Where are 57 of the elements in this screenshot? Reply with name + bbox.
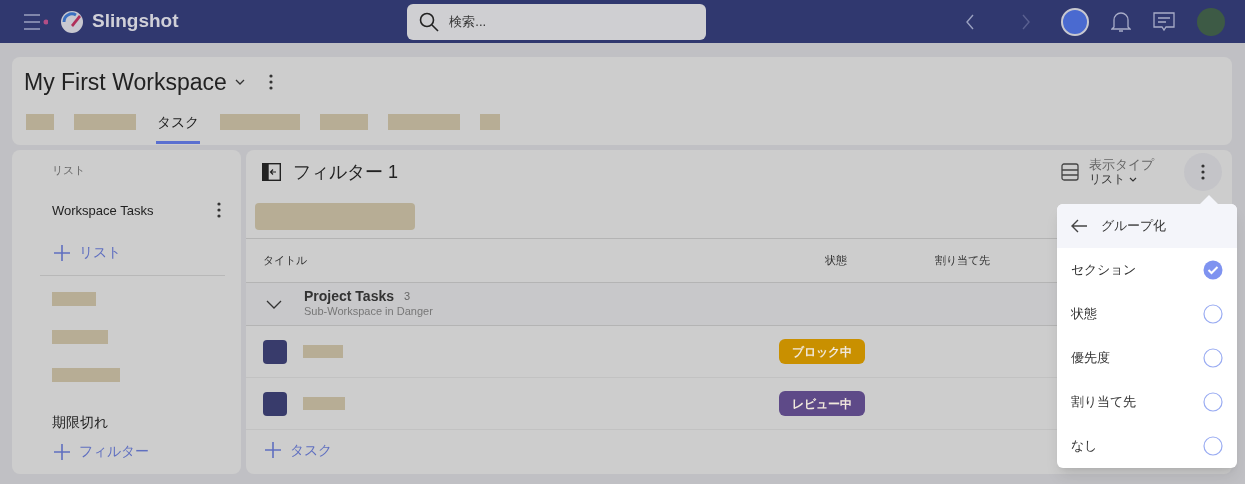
- redacted-tab[interactable]: [26, 113, 54, 130]
- status-badge: レビュー中: [779, 391, 865, 416]
- more-icon[interactable]: [217, 202, 221, 219]
- menu-option[interactable]: 割り当て先: [1057, 380, 1237, 424]
- chevron-icon[interactable]: [266, 299, 282, 309]
- search-field[interactable]: 検索...: [407, 3, 707, 40]
- task-icon: [263, 391, 287, 416]
- collapse-panel-icon[interactable]: [262, 163, 281, 181]
- redacted-task: [303, 397, 345, 410]
- bell-icon[interactable]: [1111, 10, 1131, 33]
- section-title: Project Tasks: [304, 289, 394, 304]
- back-icon[interactable]: [965, 13, 975, 30]
- chat-icon[interactable]: [1153, 11, 1175, 32]
- tab[interactable]: タスク: [156, 111, 200, 144]
- redacted-tab[interactable]: [74, 113, 136, 130]
- panel-title: フィルター 1: [293, 160, 398, 184]
- plus-icon: [264, 441, 282, 459]
- section-subtitle: Sub-Workspace in Danger: [304, 304, 433, 319]
- redacted-task: [303, 345, 343, 358]
- redacted-tab[interactable]: [320, 113, 368, 130]
- more-icon[interactable]: [1201, 164, 1205, 180]
- sidebar-heading: リスト: [52, 163, 86, 178]
- search-icon: [419, 11, 440, 32]
- view-type-label: 表示タイプ: [1089, 158, 1154, 172]
- section-count: 3: [404, 289, 411, 304]
- column-header: 割り当て先: [935, 253, 990, 269]
- menu-option[interactable]: 優先度: [1057, 336, 1237, 380]
- menu-title: グループ化: [1101, 217, 1166, 236]
- column-header: タイトル: [263, 253, 308, 269]
- list-view-icon[interactable]: [1061, 163, 1079, 181]
- column-header: 状態: [825, 253, 848, 269]
- task-icon: [263, 339, 287, 364]
- redacted-tab[interactable]: [220, 113, 300, 130]
- list-item[interactable]: Workspace Tasks: [52, 200, 221, 220]
- status-badge: ブロック中: [779, 339, 865, 364]
- radio-icon[interactable]: [1203, 348, 1223, 368]
- back-arrow-icon[interactable]: [1071, 219, 1087, 233]
- menu-icon[interactable]: [24, 13, 48, 30]
- caret-icon[interactable]: [234, 79, 245, 86]
- forward-icon[interactable]: [1021, 13, 1031, 30]
- redacted-tab[interactable]: [388, 113, 460, 130]
- radio-icon[interactable]: [1203, 304, 1223, 324]
- radio-icon[interactable]: [1203, 392, 1223, 412]
- logo-icon: [60, 9, 84, 34]
- redacted-tab[interactable]: [480, 113, 500, 130]
- workspace-title: My First Workspace: [24, 68, 227, 97]
- app-name: Slingshot: [92, 9, 179, 34]
- plus-icon: [53, 442, 71, 461]
- radio-icon[interactable]: [1203, 436, 1223, 456]
- filter-item[interactable]: 期限切れ: [52, 412, 213, 433]
- menu-option[interactable]: なし: [1057, 424, 1237, 468]
- plus-icon: [53, 243, 71, 262]
- more-icon[interactable]: [268, 74, 273, 91]
- avatar[interactable]: [1061, 7, 1089, 36]
- caret-icon: [1129, 176, 1137, 182]
- radio-icon[interactable]: [1203, 260, 1223, 280]
- view-type-dropdown[interactable]: リスト: [1089, 172, 1154, 186]
